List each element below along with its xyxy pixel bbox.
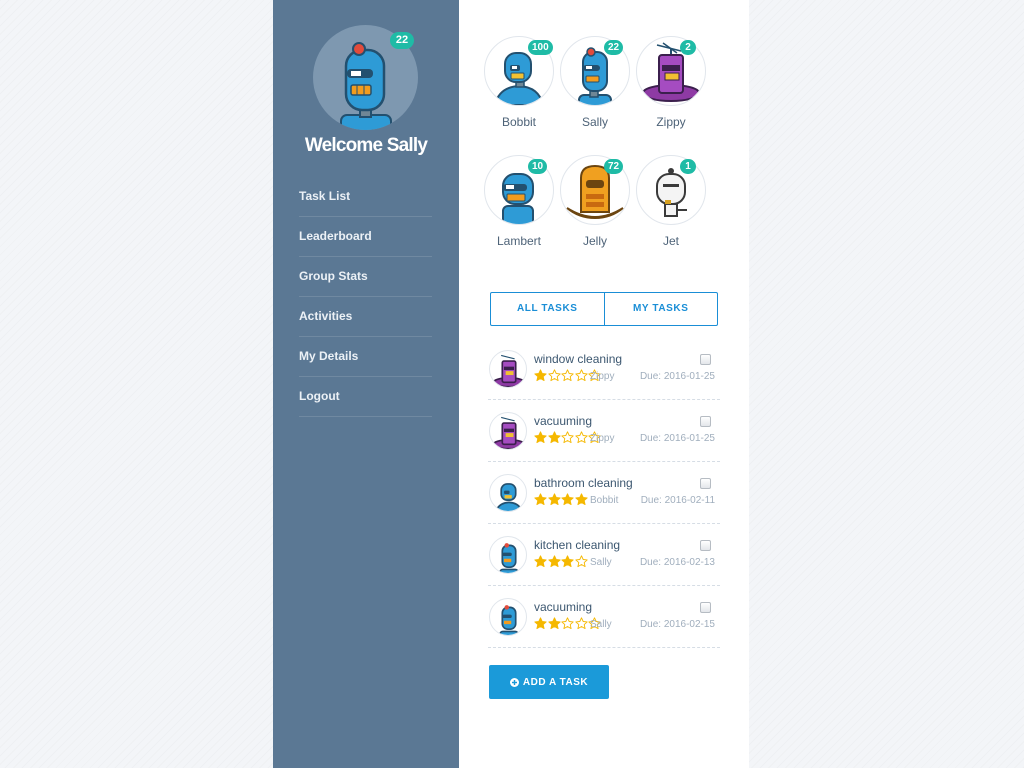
star-filled-icon — [547, 617, 561, 630]
robot-points-badge: 1 — [680, 159, 696, 174]
star-outline-icon — [561, 617, 574, 630]
robot-name: Jelly — [582, 234, 607, 248]
star-outline-icon — [574, 431, 588, 444]
tab-all-tasks[interactable]: ALL TASKS — [491, 293, 604, 325]
robot-name: Sally — [581, 115, 608, 129]
robot-zippy-icon — [492, 416, 526, 449]
star-outline-icon — [574, 617, 588, 630]
robot-name: Lambert — [496, 234, 542, 248]
nav-item-logout[interactable]: Logout — [299, 377, 432, 417]
task-rating — [534, 493, 588, 506]
star-outline-icon — [547, 369, 561, 382]
task-filter-tabs: ALL TASKS MY TASKS — [490, 292, 718, 326]
task-title[interactable]: vacuuming — [534, 600, 592, 614]
task-due-date: Due: 2016-01-25 — [639, 371, 715, 382]
robot-sally-icon — [499, 543, 519, 573]
list-item: vacuuming Zippy Due: 2016-01-25 — [488, 400, 720, 462]
task-owner: Bobbit — [590, 495, 619, 506]
robot-name: Bobbit — [501, 115, 537, 129]
robot-bobbit-icon — [495, 483, 523, 511]
robot-points-badge: 2 — [680, 40, 696, 55]
task-due-date: Due: 2016-02-15 — [639, 619, 715, 630]
task-owner: Sally — [590, 557, 612, 568]
task-due-date: Due: 2016-01-25 — [639, 433, 715, 444]
nav-item-leaderboard[interactable]: Leaderboard — [299, 217, 432, 257]
task-rating — [534, 555, 588, 568]
list-item: window cleaning Zippy Due: 2016-01-25 — [488, 338, 720, 400]
robot-card-sally[interactable]: 22 Sally — [557, 36, 633, 129]
task-owner: Zippy — [590, 371, 615, 382]
robot-card-lambert[interactable]: 10 Lambert — [481, 155, 557, 248]
task-owner: Zippy — [590, 433, 615, 444]
add-task-label: ADD A TASK — [522, 676, 589, 688]
list-item: bathroom cleaning Bobbit Due: 2016-02-11 — [488, 462, 720, 524]
star-filled-icon — [547, 555, 561, 568]
robot-name: Jet — [662, 234, 679, 248]
task-title[interactable]: window cleaning — [534, 352, 622, 366]
task-checkbox[interactable] — [700, 540, 711, 551]
add-task-button[interactable]: ADD A TASK — [489, 665, 609, 699]
robot-points-badge: 22 — [604, 40, 624, 55]
robot-points-badge: 100 — [528, 40, 553, 55]
nav-item-task-list[interactable]: Task List — [299, 177, 432, 217]
robot-points-badge: 72 — [604, 159, 624, 174]
task-title[interactable]: kitchen cleaning — [534, 538, 620, 552]
nav-item-my-details[interactable]: My Details — [299, 337, 432, 377]
star-filled-icon — [561, 555, 574, 568]
star-filled-icon — [547, 493, 561, 506]
app-window: 22 Welcome Sally Task List Leaderboard G… — [273, 0, 749, 768]
star-filled-icon — [534, 369, 547, 382]
star-filled-icon — [534, 431, 547, 444]
nav-item-group-stats[interactable]: Group Stats — [299, 257, 432, 297]
task-owner-avatar — [489, 536, 527, 574]
task-owner-avatar — [489, 474, 527, 512]
robot-sally-icon — [499, 605, 519, 635]
robot-card-jelly[interactable]: 72 Jelly — [557, 155, 633, 248]
star-filled-icon — [574, 493, 588, 506]
task-checkbox[interactable] — [700, 478, 711, 489]
robot-card-zippy[interactable]: 2 Zippy — [633, 36, 709, 129]
task-due-date: Due: 2016-02-13 — [639, 557, 715, 568]
star-filled-icon — [561, 493, 574, 506]
star-outline-icon — [574, 369, 588, 382]
nav-item-activities[interactable]: Activities — [299, 297, 432, 337]
list-item: kitchen cleaning Sally Due: 2016-02-13 — [488, 524, 720, 586]
task-title[interactable]: bathroom cleaning — [534, 476, 633, 490]
profile-points-badge: 22 — [390, 32, 414, 49]
task-owner-avatar — [489, 598, 527, 636]
star-filled-icon — [534, 555, 547, 568]
tab-my-tasks[interactable]: MY TASKS — [603, 293, 718, 325]
sidebar: 22 Welcome Sally Task List Leaderboard G… — [273, 0, 459, 768]
main-content: 100 Bobbit 22 Sally 2 Zippy 10 Lambert 7… — [459, 0, 749, 768]
task-owner-avatar — [489, 350, 527, 388]
task-title[interactable]: vacuuming — [534, 414, 592, 428]
task-list: window cleaning Zippy Due: 2016-01-25 va… — [488, 338, 720, 648]
task-checkbox[interactable] — [700, 354, 711, 365]
robot-zippy-icon — [492, 354, 526, 387]
task-owner: Sally — [590, 619, 612, 630]
list-item: vacuuming Sally Due: 2016-02-15 — [488, 586, 720, 648]
star-outline-icon — [561, 431, 574, 444]
robot-name: Zippy — [656, 115, 686, 129]
robot-points-badge: 10 — [528, 159, 548, 174]
welcome-heading: Welcome Sally — [304, 135, 428, 156]
star-outline-icon — [561, 369, 574, 382]
star-filled-icon — [534, 493, 547, 506]
sidebar-nav: Task List Leaderboard Group Stats Activi… — [299, 177, 432, 417]
robot-card-jet[interactable]: 1 Jet — [633, 155, 709, 248]
robot-card-bobbit[interactable]: 100 Bobbit — [481, 36, 557, 129]
star-filled-icon — [547, 431, 561, 444]
task-owner-avatar — [489, 412, 527, 450]
task-checkbox[interactable] — [700, 416, 711, 427]
star-filled-icon — [534, 617, 547, 630]
star-outline-icon — [574, 555, 588, 568]
task-due-date: Due: 2016-02-11 — [640, 495, 715, 506]
plus-circle-icon — [509, 677, 519, 687]
task-checkbox[interactable] — [700, 602, 711, 613]
